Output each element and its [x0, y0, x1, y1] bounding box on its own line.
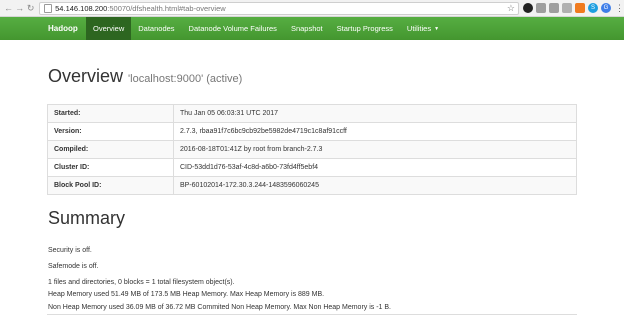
summary-line: Non Heap Memory used 36.09 MB of 36.72 M… — [48, 304, 392, 311]
overview-heading: Overview 'localhost:9000' (active) — [48, 66, 242, 87]
google-icon[interactable]: G — [601, 3, 611, 13]
summary-line: Safemode is off. — [48, 263, 99, 270]
dark-circle-extension-icon[interactable] — [523, 3, 533, 13]
nav-item-label: Snapshot — [290, 24, 323, 33]
nav-item-label: Datanodes — [138, 24, 175, 33]
nav-item-utilities[interactable]: Utilities ▼ — [400, 17, 446, 40]
row-label: Started: — [47, 104, 174, 123]
brand-logo[interactable]: Hadoop — [0, 24, 86, 33]
nav-item-datanodes[interactable]: Datanodes — [131, 17, 181, 40]
table-row: Version: 2.7.3, rbaa91f7c6bc9cb92be5982de… — [47, 122, 577, 141]
nav-menu: Overview Datanodes Datanode Volume Failure… — [86, 17, 446, 40]
page-info-icon[interactable] — [44, 3, 53, 13]
nav-item-label: Utilities — [406, 24, 432, 33]
nav-item-overview[interactable]: Overview — [86, 17, 132, 40]
overview-subtitle: 'localhost:9000' (active) — [128, 73, 243, 85]
nav-item-datanode-volume-failures[interactable]: Datanode Volume Failures — [182, 17, 284, 40]
bottom-divider — [47, 314, 577, 315]
reload-icon[interactable]: ↻ — [25, 1, 36, 15]
summary-heading: Summary — [48, 208, 126, 228]
top-navbar: Hadoop Overview Datanodes Datanode Volume … — [0, 17, 624, 40]
address-bar[interactable]: 54.146.108.200:50070/dfshealth.html#tab-… — [39, 1, 519, 15]
nav-item-label: Startup Progress — [336, 24, 393, 33]
row-value: CID-53dd1d76-53af-4c8d-a6b0-73fd4ff5ebf4 — [173, 158, 577, 177]
overview-table: Started: Thu Jan 05 06:03:31 UTC 2017 Vers… — [47, 104, 577, 195]
gray-square-extension-icon-3[interactable] — [562, 3, 572, 13]
summary-line: Heap Memory used 51.49 MB of 173.5 MB He… — [48, 291, 325, 298]
gray-square-extension-icon-2[interactable] — [549, 3, 559, 13]
row-label: Version: — [47, 122, 174, 141]
row-value: Thu Jan 05 06:03:31 UTC 2017 — [173, 104, 577, 123]
back-arrow-icon[interactable]: ← — [3, 1, 14, 15]
gray-square-extension-icon[interactable] — [536, 3, 546, 13]
skype-icon[interactable]: S — [588, 3, 598, 13]
nav-item-startup-progress[interactable]: Startup Progress — [330, 17, 400, 40]
row-label: Block Pool ID: — [47, 176, 174, 195]
nav-item-label: Datanode Volume Failures — [188, 24, 277, 33]
browser-toolbar: ← → ↻ 54.146.108.200:50070/dfshealth.htm… — [0, 0, 624, 17]
overview-title: Overview — [48, 66, 124, 86]
table-row: Block Pool ID: BP-60102014-172.30.3.244-1… — [47, 176, 577, 195]
row-label: Compiled: — [47, 140, 174, 159]
rss-icon[interactable] — [575, 3, 585, 13]
bookmark-star-icon[interactable]: ☆ — [507, 3, 515, 14]
row-value: 2.7.3, rbaa91f7c6bc9cb92be5982de4719c1c8… — [173, 122, 577, 141]
extension-icons: SG — [523, 3, 614, 13]
table-row: Compiled: 2016-08-18T01:41Z by root from … — [47, 140, 577, 159]
summary-line: Security is off. — [48, 247, 92, 254]
row-label: Cluster ID: — [47, 158, 174, 177]
browser-menu-icon[interactable]: ⋮ — [615, 3, 624, 13]
row-value: BP-60102014-172.30.3.244-1483596060245 — [173, 176, 577, 195]
url-host: 54.146.108.200 — [55, 3, 108, 13]
nav-item-label: Overview — [93, 24, 125, 33]
table-row: Cluster ID: CID-53dd1d76-53af-4c8d-a6b0-7… — [47, 158, 577, 177]
chevron-down-icon: ▼ — [434, 25, 440, 32]
summary-line: 1 files and directories, 0 blocks = 1 to… — [48, 279, 235, 286]
forward-arrow-icon[interactable]: → — [14, 1, 25, 15]
table-row: Started: Thu Jan 05 06:03:31 UTC 2017 — [47, 104, 577, 123]
nav-item-snapshot[interactable]: Snapshot — [284, 17, 330, 40]
url-path: :50070/dfshealth.html#tab-overview — [107, 3, 226, 13]
row-value: 2016-08-18T01:41Z by root from branch-2.… — [173, 140, 577, 159]
